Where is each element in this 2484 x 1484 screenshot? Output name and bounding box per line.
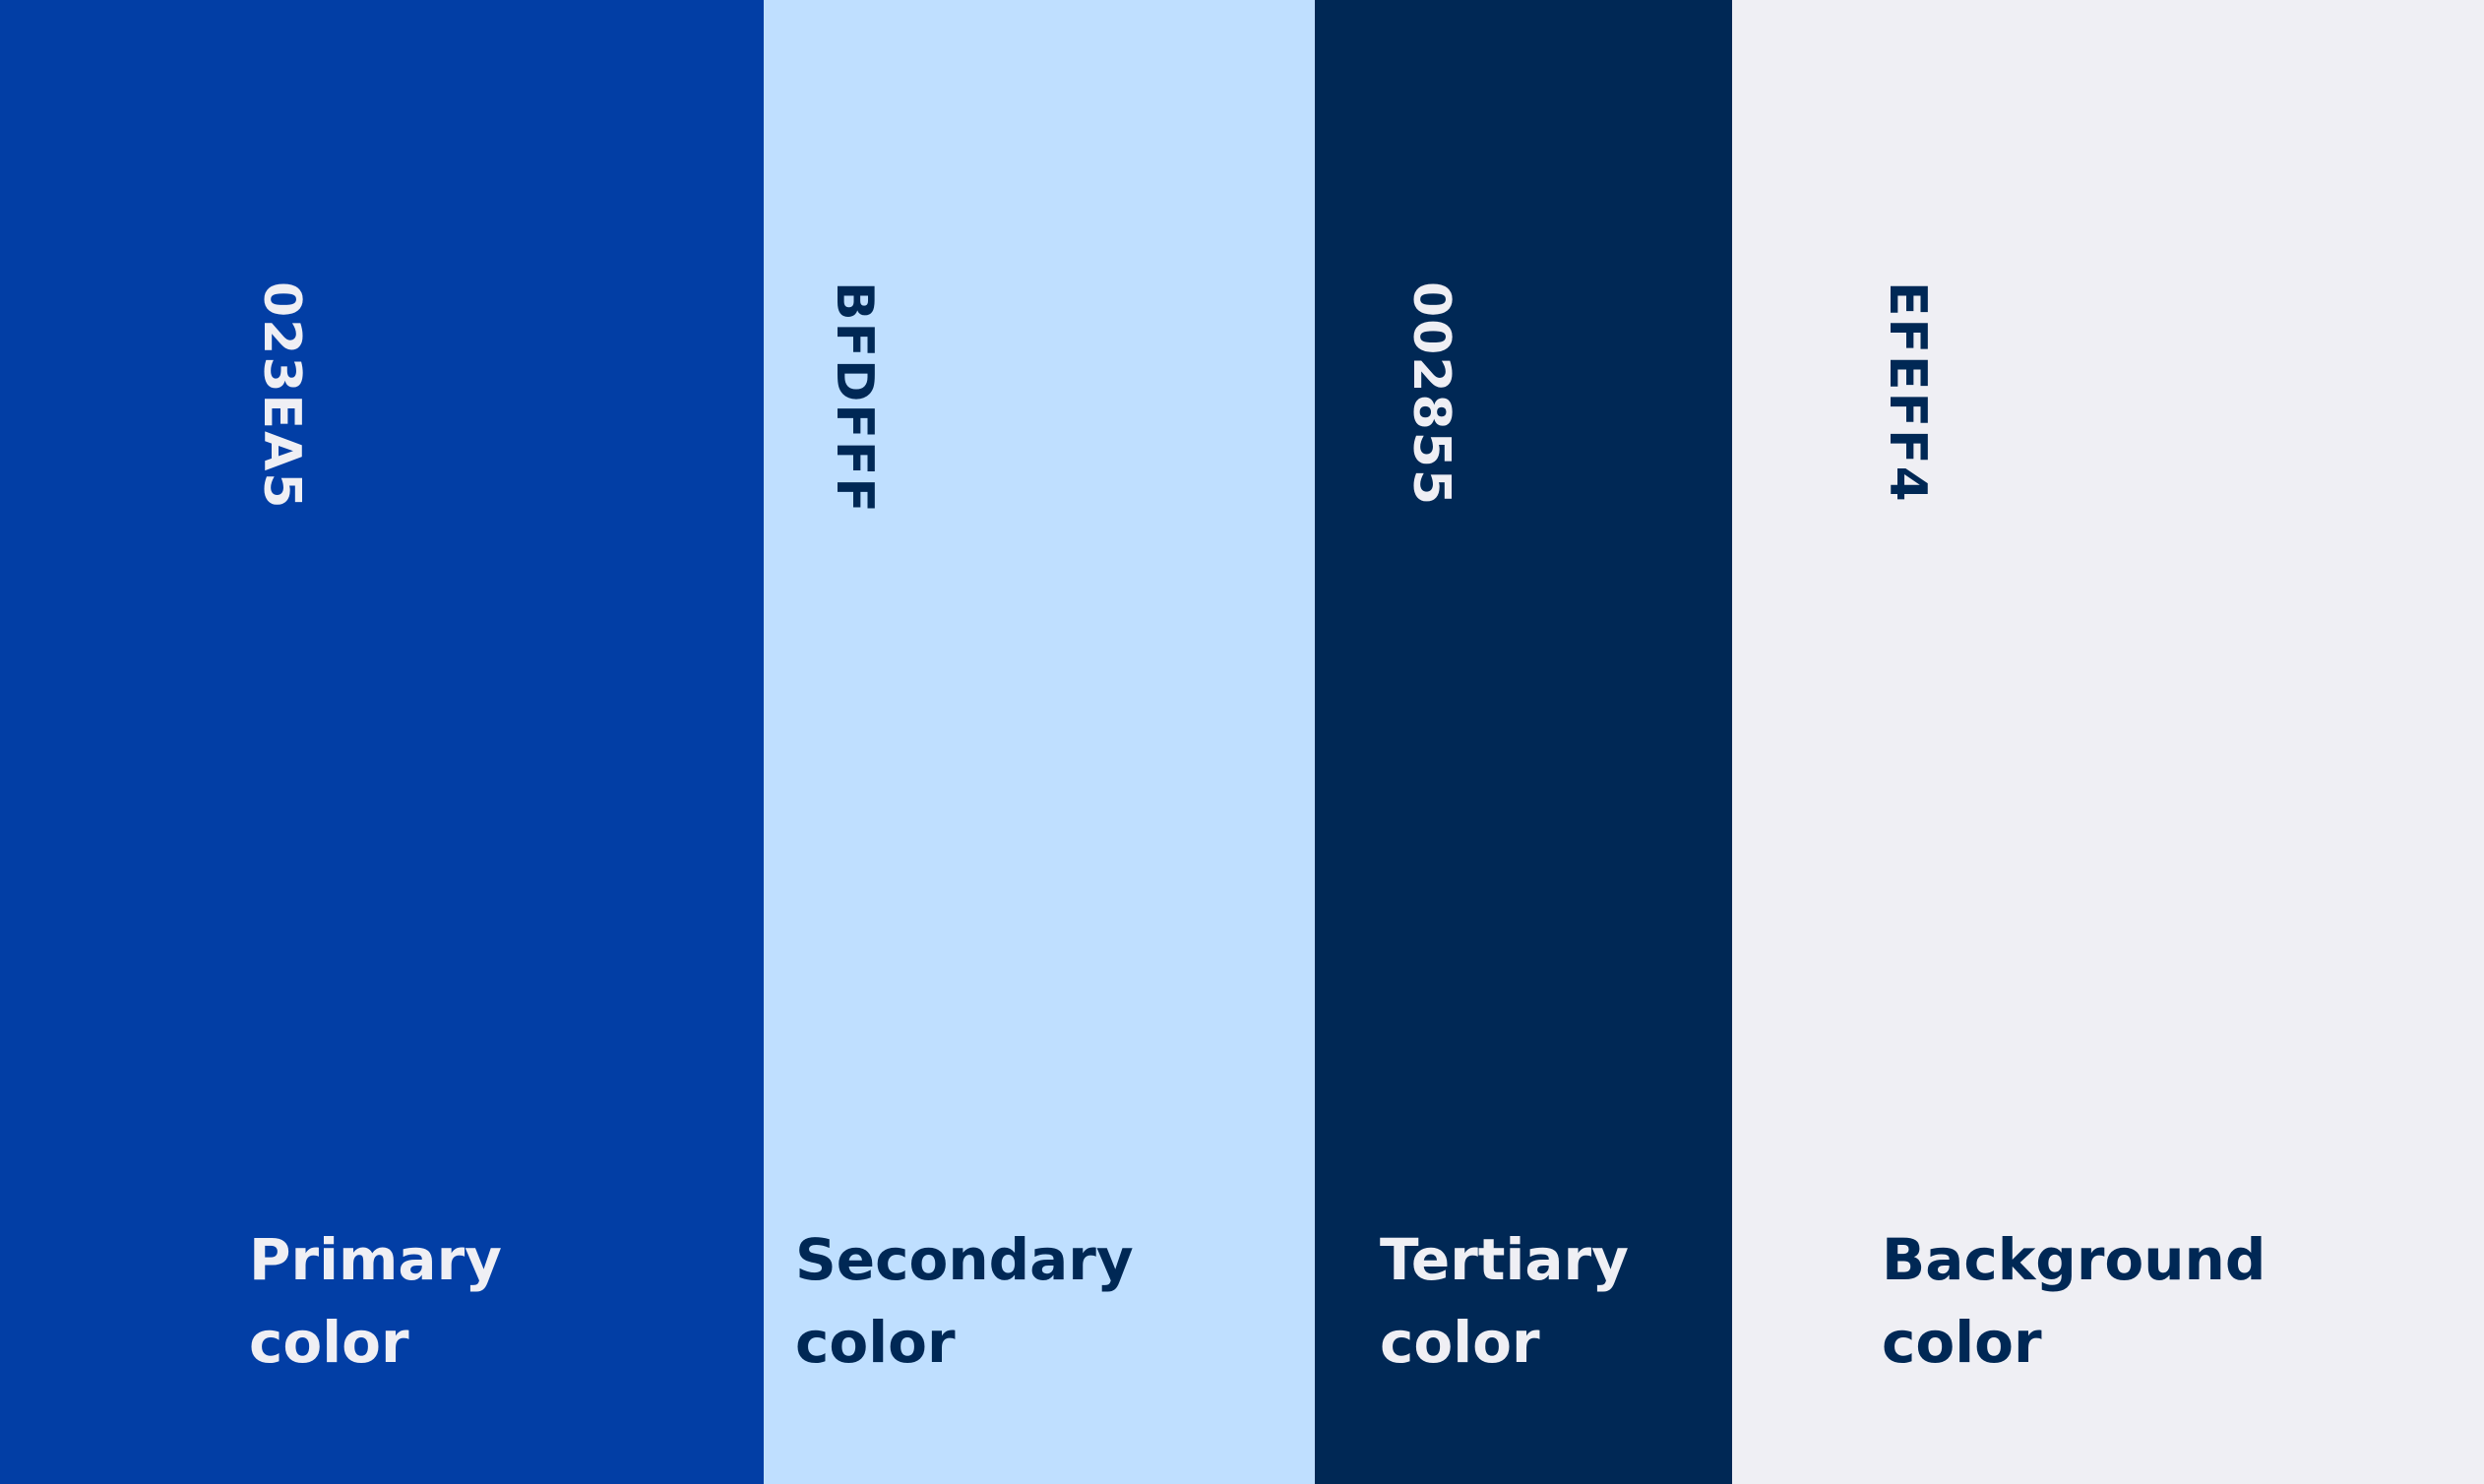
color-label-line2: color bbox=[795, 1309, 956, 1376]
swatch-secondary: BFDFFF Secondary color bbox=[764, 0, 1315, 1484]
color-palette: 023EA5 Primary color BFDFFF Secondary co… bbox=[0, 0, 2484, 1484]
color-label-line1: Secondary bbox=[795, 1226, 1134, 1293]
hex-code-primary: 023EA5 bbox=[252, 281, 311, 511]
swatch-primary: 023EA5 Primary color bbox=[0, 0, 764, 1484]
color-label-line1: Tertiary bbox=[1380, 1226, 1629, 1293]
swatch-background: EFEFF4 Background color bbox=[1732, 0, 2484, 1484]
hex-code-background: EFEFF4 bbox=[1878, 281, 1937, 504]
color-label-line2: color bbox=[1380, 1309, 1540, 1376]
color-label-line2: color bbox=[249, 1309, 409, 1376]
swatch-tertiary: 002855 Tertiary color bbox=[1315, 0, 1732, 1484]
color-label-secondary: Secondary color bbox=[795, 1218, 1134, 1384]
color-label-line1: Primary bbox=[249, 1226, 502, 1293]
color-label-line2: color bbox=[1882, 1309, 2042, 1376]
color-label-background: Background color bbox=[1882, 1218, 2266, 1384]
color-label-primary: Primary color bbox=[249, 1218, 502, 1384]
hex-code-tertiary: 002855 bbox=[1401, 281, 1460, 508]
hex-code-secondary: BFDFFF bbox=[825, 281, 884, 515]
color-label-line1: Background bbox=[1882, 1226, 2267, 1293]
color-label-tertiary: Tertiary color bbox=[1380, 1218, 1629, 1384]
